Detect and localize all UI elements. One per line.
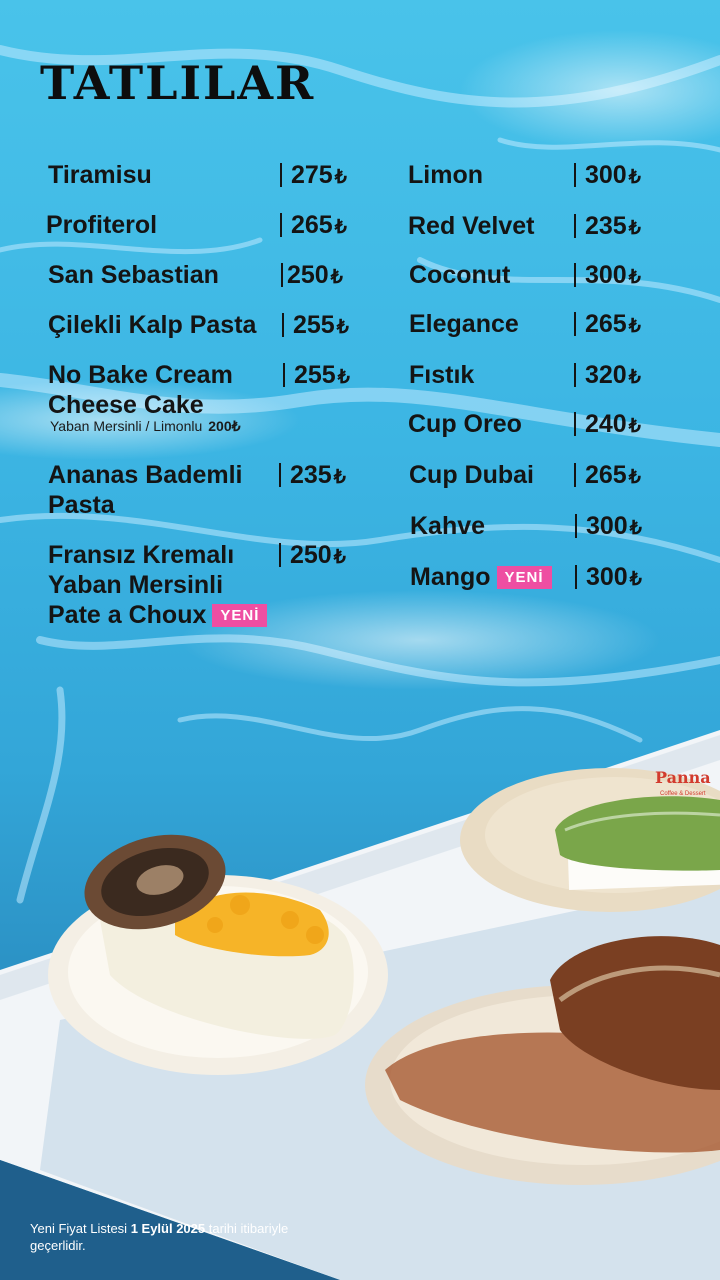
currency-symbol: ₺	[628, 218, 641, 239]
menu-item-price: 250 ₺	[279, 541, 346, 569]
name-line: No Bake Cream	[48, 361, 233, 389]
price-value: 265	[585, 461, 627, 489]
currency-symbol: ₺	[330, 267, 343, 288]
menu-item-price: 235 ₺	[574, 212, 641, 240]
price-value: 235	[585, 212, 627, 240]
variant-label: Yaban Mersinli / Limonlu	[50, 418, 203, 434]
price-value: 300	[586, 563, 628, 591]
menu-item-price: 250 ₺	[281, 261, 343, 289]
price-value: 255	[294, 361, 336, 389]
menu-item-name: No Bake Cream Cheese Cake	[48, 360, 233, 420]
currency-symbol: ₺	[628, 416, 641, 437]
price-value: 275	[291, 161, 333, 189]
name-line: Fransız Kremalı	[48, 541, 235, 569]
currency-symbol: ₺	[628, 467, 641, 488]
currency-symbol: ₺	[336, 317, 349, 338]
currency-symbol: ₺	[629, 569, 642, 590]
menu-item-price: 275 ₺	[280, 161, 347, 189]
menu-item-price: 265 ₺	[574, 461, 641, 489]
price-value: 300	[585, 261, 627, 289]
name-line: Mango	[410, 563, 491, 591]
menu-item-price: 240 ₺	[574, 410, 641, 438]
currency-symbol: ₺	[628, 267, 641, 288]
menu-item-price: 300 ₺	[575, 563, 642, 591]
menu-item-name: San Sebastian	[48, 261, 219, 289]
plate-brand-subtitle: Coffee & Dessert	[660, 791, 706, 797]
currency-symbol: ₺	[334, 217, 347, 238]
name-line: Cheese Cake	[48, 391, 204, 419]
currency-symbol: ₺	[333, 547, 346, 568]
menu-item-price: 300 ₺	[574, 261, 641, 289]
footer-text: Yeni Fiyat Listesi	[30, 1221, 131, 1236]
name-line: Pate a Choux	[48, 601, 207, 629]
price-value: 240	[585, 410, 627, 438]
currency-symbol: ₺	[628, 367, 641, 388]
currency-symbol: ₺	[333, 467, 346, 488]
menu-item-name: Limon	[408, 161, 483, 189]
menu-item-name: Cup Oreo	[408, 410, 522, 438]
price-value: 200	[208, 418, 232, 434]
name-line: Pasta	[48, 491, 115, 519]
price-value: 300	[585, 161, 627, 189]
menu-item-name: Elegance	[409, 310, 519, 338]
menu-item-price: 255 ₺	[282, 311, 349, 339]
price-value: 255	[293, 311, 335, 339]
currency-symbol: ₺	[628, 316, 641, 337]
menu-item-name: Çilekli Kalp Pasta	[48, 311, 257, 339]
menu-item-name: Kahve	[410, 512, 486, 540]
new-badge: YENİ	[496, 566, 552, 589]
price-value: 265	[585, 310, 627, 338]
plate-brand-logo: Panna	[655, 768, 711, 787]
variant-price: 200₺	[208, 418, 240, 434]
currency-symbol: ₺	[629, 518, 642, 539]
menu-item-name: Cup Dubai	[409, 461, 534, 489]
new-badge: YENİ	[212, 604, 268, 627]
currency-symbol: ₺	[628, 167, 641, 188]
menu-item-name: Profiterol	[46, 211, 158, 239]
price-value: 235	[290, 461, 332, 489]
price-validity-note: Yeni Fiyat Listesi 1 Eylül 2025 tarihi i…	[30, 1220, 300, 1254]
variant-note: Yaban Mersinli / Limonlu 200₺	[50, 418, 241, 435]
price-value: 300	[586, 512, 628, 540]
menu-item-price: 255 ₺	[283, 361, 350, 389]
menu-item-price: 300 ₺	[574, 161, 641, 189]
menu-title: TATLILAR	[40, 56, 316, 110]
price-value: 250	[287, 261, 329, 289]
menu-item-name: Tiramisu	[48, 161, 152, 189]
menu-item-name: Fıstık	[409, 361, 475, 389]
name-line: Yaban Mersinli	[48, 571, 224, 599]
dessert-photo: Panna Coffee & Dessert	[0, 30, 720, 1280]
price-value: 250	[290, 541, 332, 569]
menu-item-name: Fransız Kremalı Yaban Mersinli Pate a Chou…	[48, 540, 268, 630]
footer-date: 1 Eylül 2025	[130, 1221, 206, 1236]
currency-symbol: ₺	[334, 167, 347, 188]
pool-background: Panna Coffee & Dessert	[0, 0, 720, 1280]
name-line: Ananas Bademli	[48, 461, 243, 489]
menu-item-price: 235 ₺	[279, 461, 346, 489]
menu-item-name: Coconut	[409, 261, 511, 289]
menu-item-name: Red Velvet	[408, 212, 535, 240]
currency-symbol: ₺	[337, 367, 350, 388]
menu-item-price: 265 ₺	[574, 310, 641, 338]
menu-item-name: Mango YENİ	[410, 562, 552, 592]
menu-item-price: 300 ₺	[575, 512, 642, 540]
currency-symbol: ₺	[231, 418, 241, 434]
menu-item-price: 320 ₺	[574, 361, 641, 389]
price-value: 265	[291, 211, 333, 239]
menu-item-name: Ananas Bademli Pasta	[48, 460, 243, 520]
price-value: 320	[585, 361, 627, 389]
menu-item-price: 265 ₺	[280, 211, 347, 239]
